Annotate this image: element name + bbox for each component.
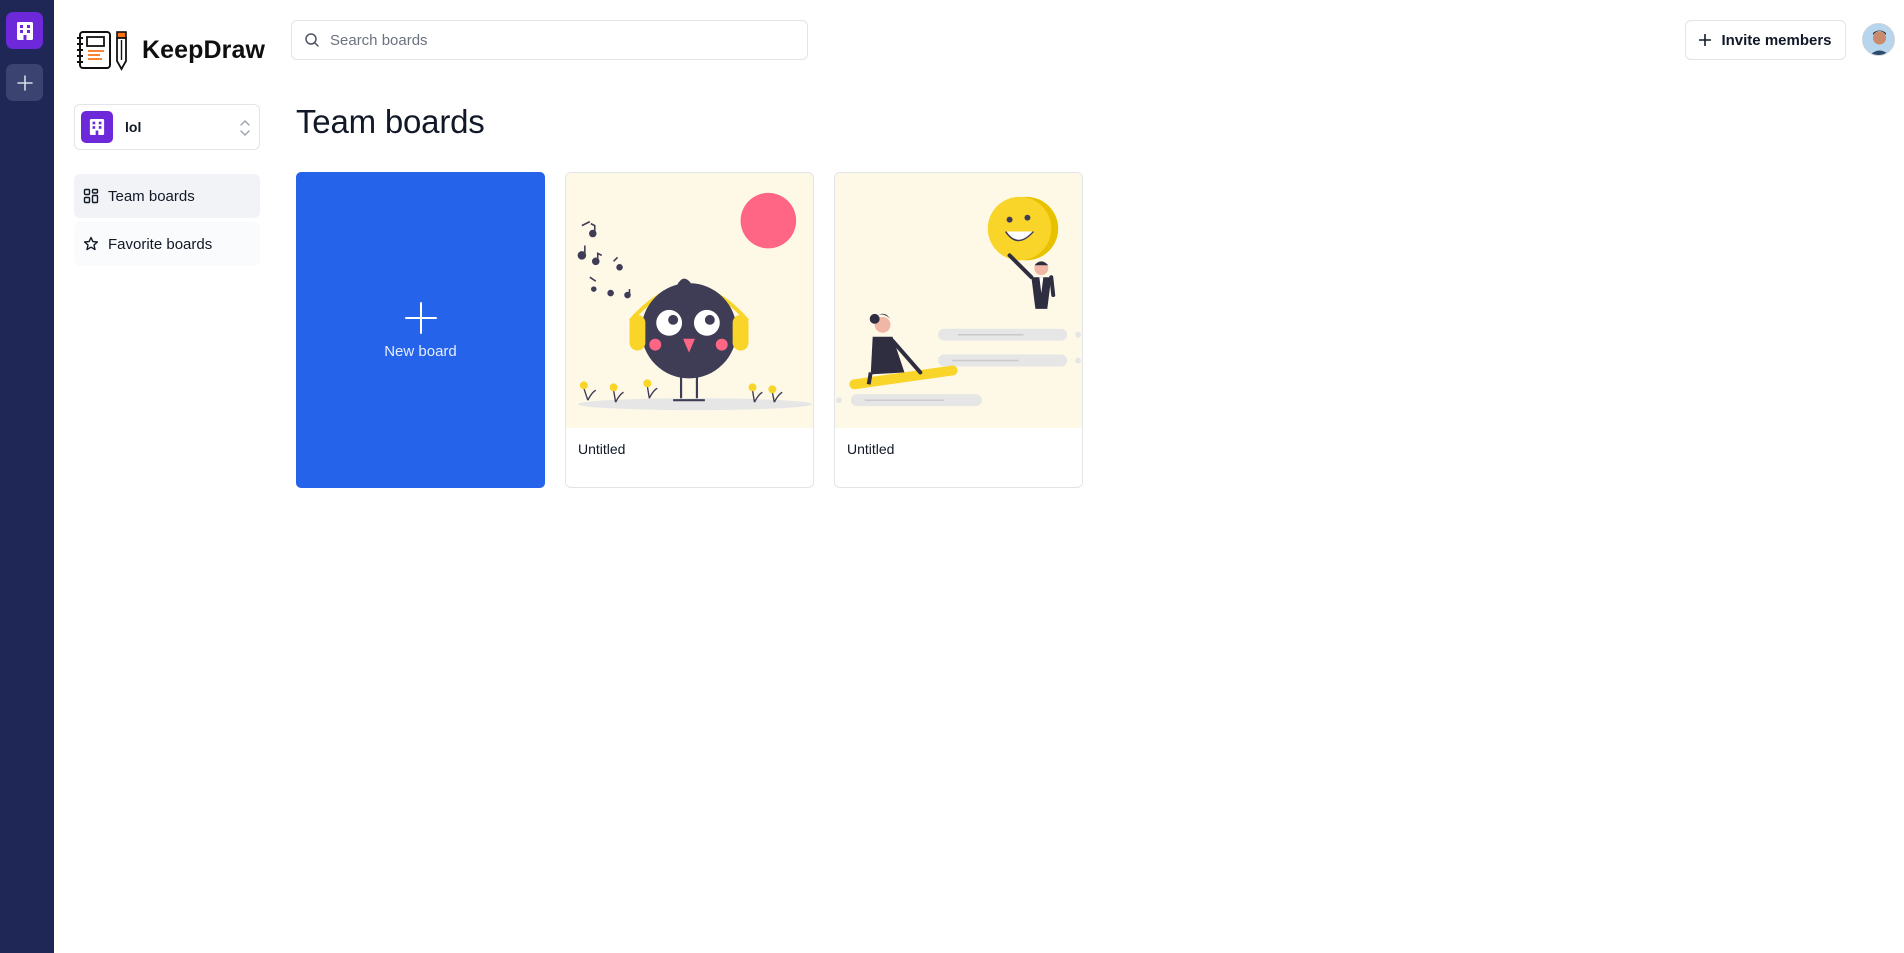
- board-title: Untitled: [578, 441, 626, 457]
- org-avatar: [81, 111, 113, 143]
- user-avatar[interactable]: [1862, 23, 1895, 56]
- sidebar-item-label: Favorite boards: [108, 235, 213, 253]
- plus-icon: [1699, 34, 1712, 46]
- search-icon: [305, 33, 319, 47]
- board-card[interactable]: Untitled: [565, 172, 814, 488]
- bird-headphones-illustration: [566, 173, 813, 428]
- building-icon: [16, 21, 33, 40]
- grid-icon: [83, 188, 99, 204]
- new-board-button[interactable]: New board: [296, 172, 545, 488]
- sidebar-item-team-boards[interactable]: Team boards: [74, 174, 260, 218]
- add-organization-button[interactable]: [6, 64, 43, 101]
- search-box[interactable]: [291, 20, 808, 60]
- org-name: lol: [125, 119, 142, 135]
- board-card[interactable]: Untitled: [834, 172, 1083, 488]
- page-title: Team boards: [296, 103, 485, 140]
- app-name: KeepDraw: [142, 35, 266, 64]
- notebook-pencil-logo-icon: [77, 31, 127, 71]
- chevron-up-down-icon: [240, 120, 250, 136]
- board-title: Untitled: [847, 441, 895, 457]
- app-logo[interactable]: KeepDraw: [74, 28, 265, 72]
- rail-org-button[interactable]: [6, 12, 43, 49]
- sidebar-item-favorite-boards[interactable]: Favorite boards: [74, 222, 260, 266]
- new-board-label: New board: [384, 342, 457, 360]
- user-photo-icon: [1863, 24, 1894, 55]
- plus-icon: [16, 74, 33, 91]
- invite-members-button[interactable]: Invite members: [1685, 20, 1846, 60]
- smiley-balloon-illustration: [835, 173, 1082, 428]
- invite-members-label: Invite members: [1721, 31, 1832, 49]
- sidebar-item-label: Team boards: [108, 187, 195, 205]
- org-rail: [0, 0, 54, 953]
- organization-switcher[interactable]: lol: [74, 104, 260, 150]
- star-icon: [83, 236, 99, 251]
- building-icon: [89, 119, 105, 135]
- plus-icon: [404, 301, 437, 334]
- search-input[interactable]: [330, 31, 790, 49]
